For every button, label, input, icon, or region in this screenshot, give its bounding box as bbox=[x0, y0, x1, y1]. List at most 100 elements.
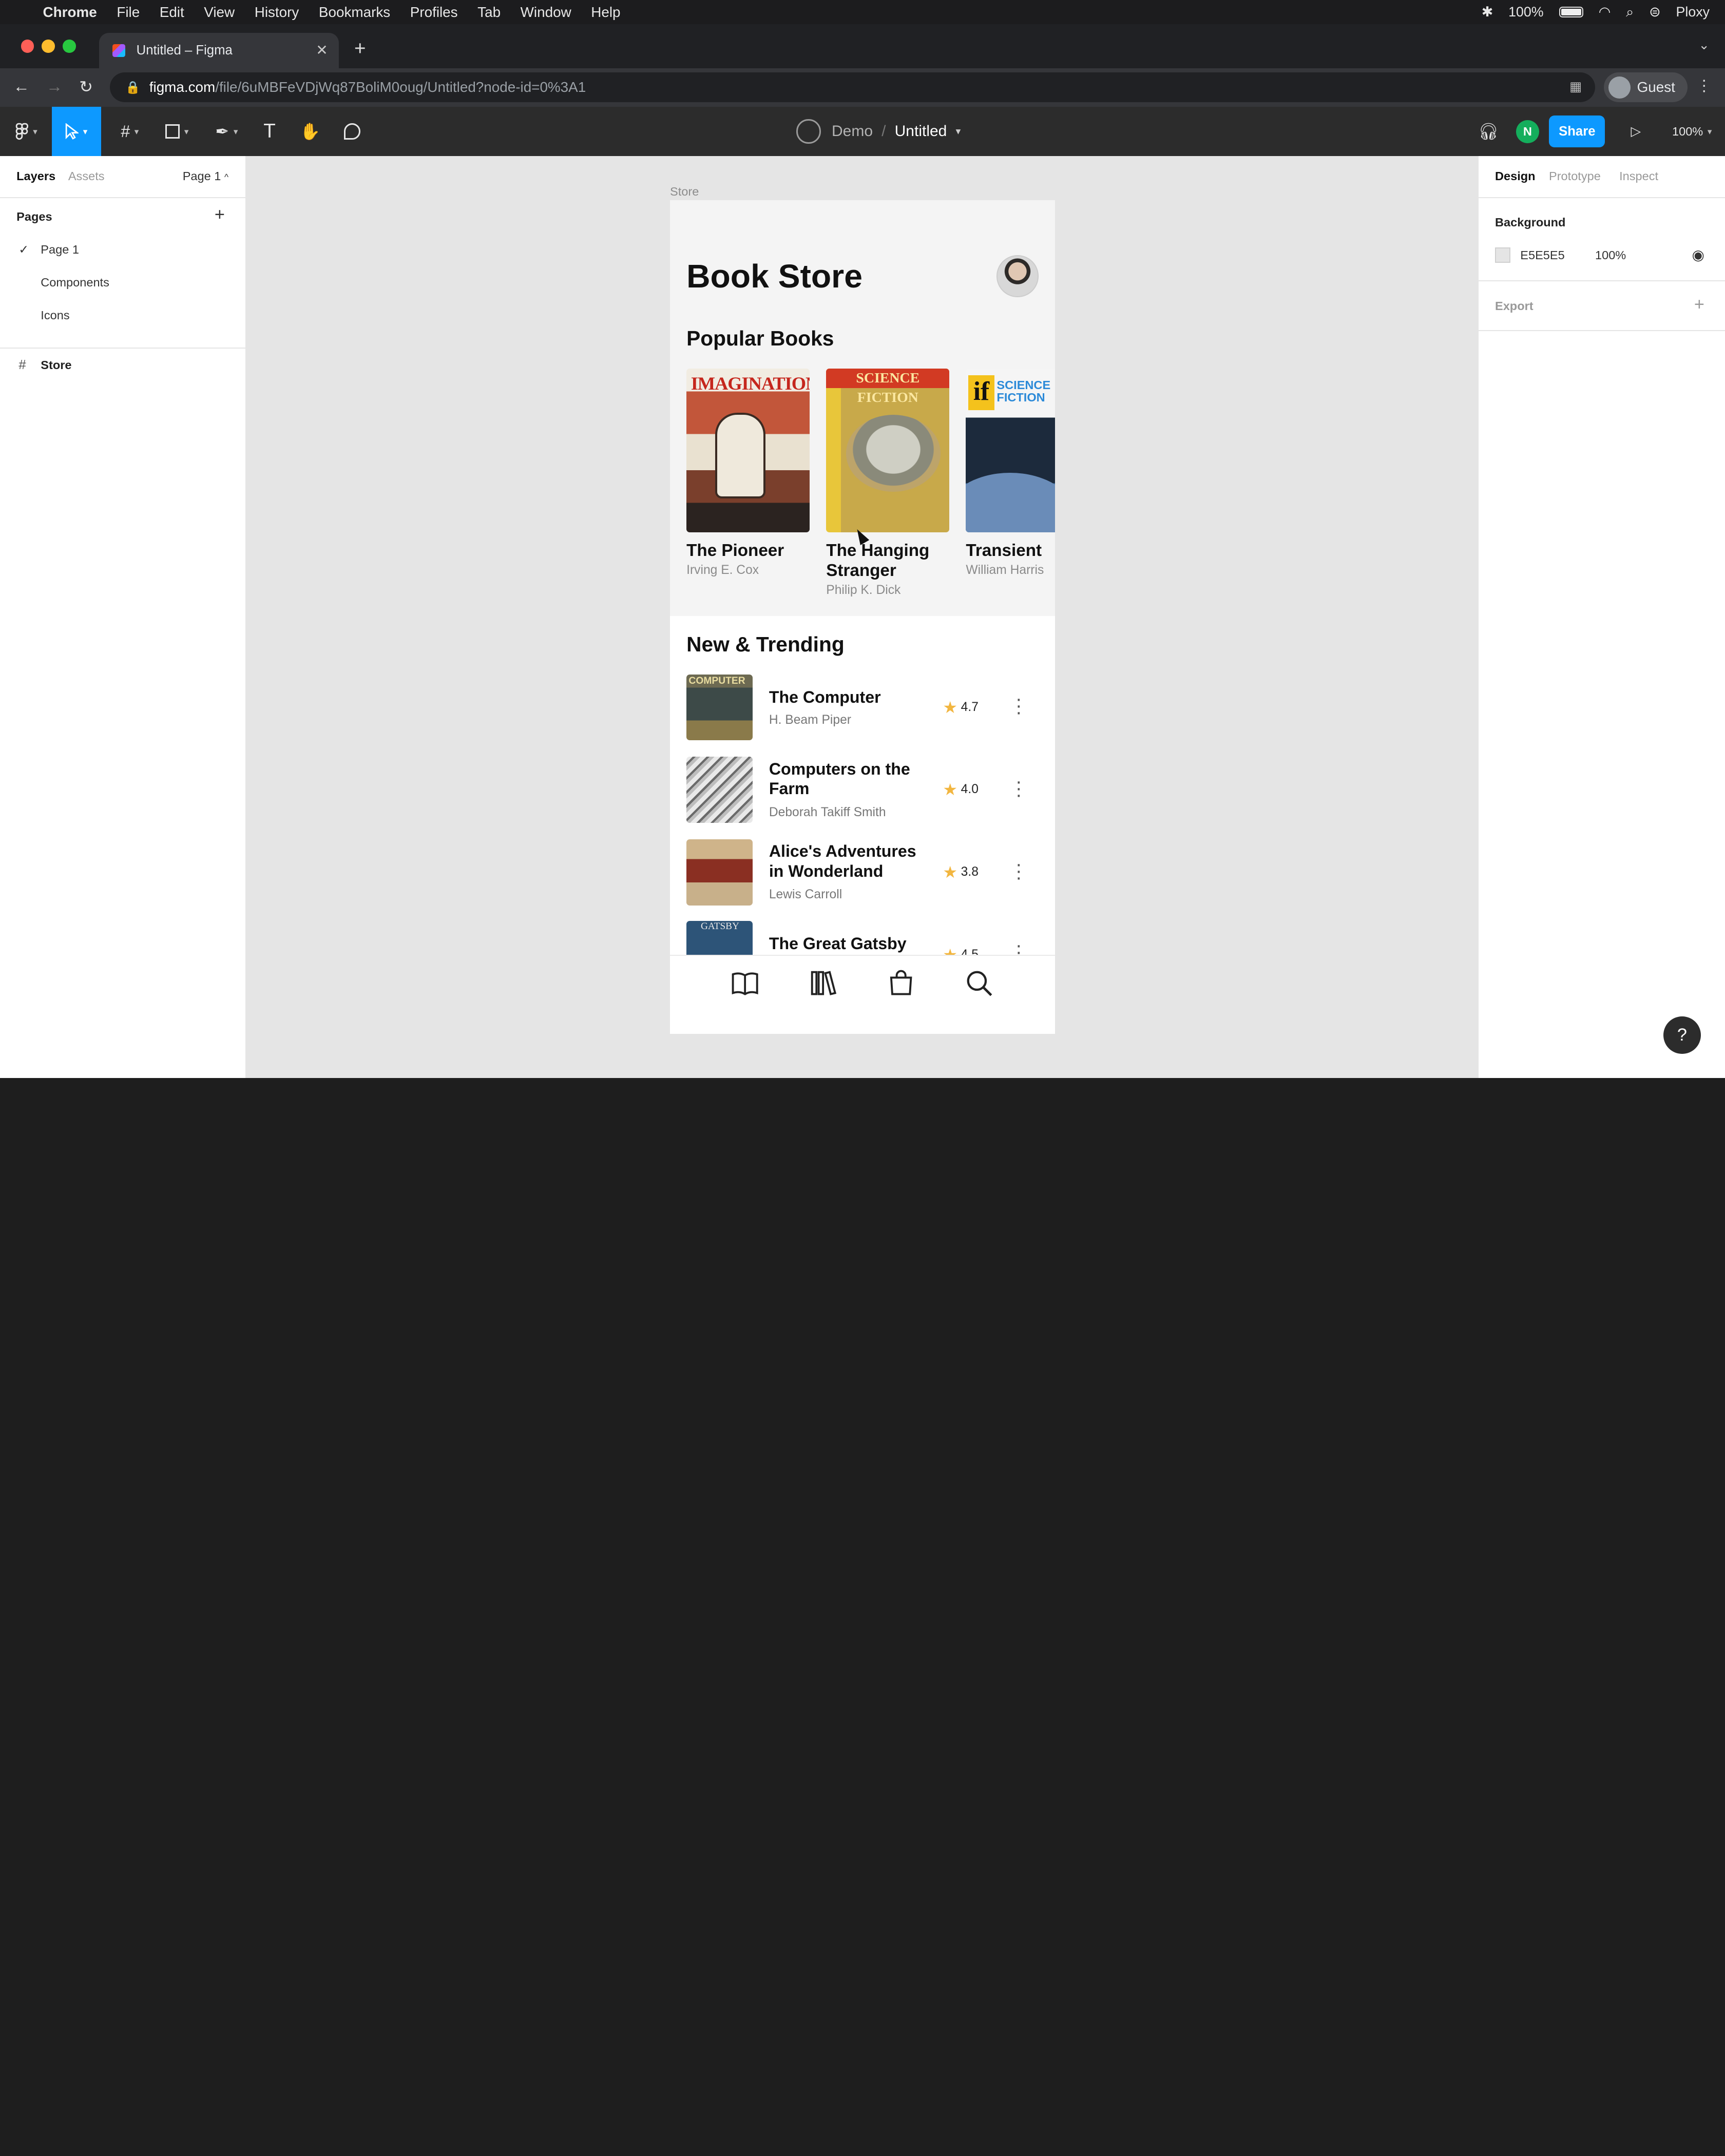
more-options-icon[interactable]: ··· bbox=[1013, 689, 1024, 722]
figma-toolbar: ▾ ▾ # ▾ ▾ ✒ ▾ T ✋ Demo / Untitled ▾ 🎧︎ N S… bbox=[0, 106, 1725, 157]
frame-label[interactable]: Store bbox=[670, 185, 699, 199]
back-icon[interactable]: ← bbox=[13, 77, 30, 96]
close-tab-icon[interactable]: ✕ bbox=[316, 42, 328, 59]
page-item-page-1[interactable]: ✓ Page 1 bbox=[0, 233, 245, 266]
canvas[interactable]: Store Book Store Popular Books IMAGINATI… bbox=[246, 156, 1478, 1078]
layer-item-store[interactable]: # Store bbox=[0, 349, 245, 381]
book-open-icon[interactable] bbox=[729, 967, 761, 999]
tab-title: Untitled – Figma bbox=[136, 43, 233, 58]
tab-layers[interactable]: Layers bbox=[16, 169, 55, 183]
minimize-window-icon[interactable] bbox=[42, 40, 55, 53]
menu-view[interactable]: View bbox=[194, 0, 244, 24]
layer-label: Store bbox=[41, 358, 72, 372]
tab-prototype[interactable]: Prototype bbox=[1549, 169, 1601, 183]
text-tool-button[interactable]: T bbox=[255, 107, 284, 156]
book-cover bbox=[686, 757, 753, 823]
menu-help[interactable]: Help bbox=[581, 0, 630, 24]
address-bar[interactable]: 🔒 figma.com/file/6uMBFeVDjWq87BoliM0oug/… bbox=[110, 72, 1596, 103]
page-selector[interactable]: Page 1 ^ bbox=[183, 169, 228, 183]
page-item-icons[interactable]: Icons bbox=[0, 299, 245, 332]
status-area: ✱ 100% ◠ ⌕ ⊜ Ploxy bbox=[1482, 0, 1710, 24]
url-host: figma.com bbox=[149, 79, 216, 95]
library-icon[interactable] bbox=[807, 967, 839, 999]
menu-history[interactable]: History bbox=[244, 0, 309, 24]
tab-design[interactable]: Design bbox=[1495, 169, 1536, 183]
book-author: Deborah Takiff Smith bbox=[769, 805, 886, 819]
book-title: The Computer bbox=[769, 688, 881, 707]
check-icon: ✓ bbox=[18, 243, 29, 257]
battery-icon[interactable] bbox=[1559, 6, 1583, 18]
bluetooth-icon[interactable]: ✱ bbox=[1482, 4, 1493, 20]
trending-row[interactable]: Alice's Adventures in Wonderland Lewis C… bbox=[686, 839, 1039, 908]
bag-icon[interactable] bbox=[885, 967, 917, 999]
shape-tool-button[interactable]: ▾ bbox=[157, 107, 197, 156]
pen-tool-button[interactable]: ✒ ▾ bbox=[207, 107, 246, 156]
background-swatch[interactable] bbox=[1494, 247, 1510, 263]
lock-icon[interactable]: 🔒 bbox=[125, 80, 140, 94]
page-label: Icons bbox=[41, 309, 70, 322]
move-tool-button[interactable]: ▾ bbox=[51, 106, 102, 157]
tab-inspect[interactable]: Inspect bbox=[1619, 169, 1658, 183]
rating-value: 4.0 bbox=[961, 782, 979, 797]
audio-button[interactable]: 🎧︎ bbox=[1474, 107, 1503, 156]
export-heading: Export bbox=[1494, 299, 1534, 313]
menu-app-name[interactable]: Chrome bbox=[33, 0, 107, 24]
trending-row[interactable]: Computers on the Farm Deborah Takiff Smi… bbox=[686, 757, 1039, 825]
menu-tab[interactable]: Tab bbox=[468, 0, 510, 24]
play-icon: ▷ bbox=[1631, 124, 1641, 139]
add-export-icon[interactable]: + bbox=[1694, 295, 1704, 315]
share-button[interactable]: Share bbox=[1549, 115, 1605, 148]
menu-file[interactable]: File bbox=[107, 0, 149, 24]
frame-tool-button[interactable]: # ▾ bbox=[110, 107, 149, 156]
tab-assets[interactable]: Assets bbox=[68, 169, 105, 183]
profile-avatar[interactable] bbox=[996, 255, 1039, 297]
qr-code-icon[interactable]: ▦ bbox=[1569, 79, 1582, 94]
menu-window[interactable]: Window bbox=[510, 0, 581, 24]
chevron-down-icon[interactable]: ▾ bbox=[956, 125, 961, 138]
popular-heading: Popular Books bbox=[686, 326, 834, 351]
background-hex-input[interactable]: E5E5E5 bbox=[1520, 248, 1564, 262]
wifi-icon[interactable]: ◠ bbox=[1599, 4, 1611, 20]
new-tab-icon[interactable]: + bbox=[354, 37, 366, 60]
star-icon: ★ bbox=[943, 698, 958, 717]
menu-profiles[interactable]: Profiles bbox=[400, 0, 467, 24]
browser-menu-icon[interactable]: ⋮ bbox=[1696, 77, 1712, 95]
browser-tab[interactable]: Untitled – Figma ✕ bbox=[99, 33, 339, 68]
cover-subtitle-line: SCIENCE bbox=[996, 378, 1051, 392]
profile-button[interactable]: Guest bbox=[1604, 72, 1688, 103]
file-name[interactable]: Untitled bbox=[895, 123, 947, 140]
tab-strip: Untitled – Figma ✕ + ⌄ bbox=[0, 24, 1725, 68]
add-page-icon[interactable]: + bbox=[215, 205, 225, 225]
zoom-menu[interactable]: 100% ▾ bbox=[1665, 107, 1718, 156]
comment-tool-button[interactable] bbox=[337, 107, 368, 156]
popular-book-card[interactable]: IMAGINATION The Pioneer Irving E. Cox bbox=[686, 368, 810, 578]
spotlight-search-icon[interactable]: ⌕ bbox=[1626, 4, 1634, 21]
present-button[interactable]: ▷ bbox=[1622, 107, 1651, 156]
reload-icon[interactable]: ↻ bbox=[79, 77, 93, 97]
popular-book-card[interactable]: SCIENCE FICTION The Hanging Stranger Phi… bbox=[826, 368, 950, 598]
store-frame[interactable]: Book Store Popular Books IMAGINATION The… bbox=[670, 200, 1055, 1034]
more-options-icon[interactable]: ··· bbox=[1013, 772, 1024, 804]
team-name[interactable]: Demo bbox=[832, 123, 873, 140]
popular-book-card[interactable]: if SCIENCE FICTION Transient William Harr… bbox=[966, 368, 1055, 578]
guest-avatar-icon bbox=[1608, 76, 1631, 99]
close-window-icon[interactable] bbox=[21, 40, 34, 53]
control-center-icon[interactable]: ⊜ bbox=[1649, 4, 1660, 20]
main-menu-button[interactable]: ▾ bbox=[7, 107, 46, 156]
search-icon[interactable] bbox=[963, 967, 995, 999]
forward-icon[interactable]: → bbox=[46, 77, 63, 96]
menu-user-name[interactable]: Ploxy bbox=[1676, 4, 1710, 20]
more-options-icon[interactable]: ··· bbox=[1013, 854, 1024, 887]
zoom-window-icon[interactable] bbox=[63, 40, 76, 53]
eye-icon[interactable]: ◉ bbox=[1692, 246, 1704, 263]
page-item-components[interactable]: Components bbox=[0, 266, 245, 299]
hand-tool-button[interactable]: ✋ bbox=[295, 107, 325, 156]
menu-bookmarks[interactable]: Bookmarks bbox=[309, 0, 400, 24]
trending-row[interactable]: COMPUTER The Computer H. Beam Piper ★ 4.7… bbox=[686, 674, 1039, 743]
user-avatar[interactable]: N bbox=[1516, 120, 1539, 143]
background-opacity-input[interactable]: 100% bbox=[1595, 248, 1626, 262]
tab-search-chevron-icon[interactable]: ⌄ bbox=[1698, 37, 1710, 53]
app-title: Book Store bbox=[686, 258, 862, 295]
menu-edit[interactable]: Edit bbox=[149, 0, 194, 24]
help-button[interactable]: ? bbox=[1663, 1016, 1701, 1054]
